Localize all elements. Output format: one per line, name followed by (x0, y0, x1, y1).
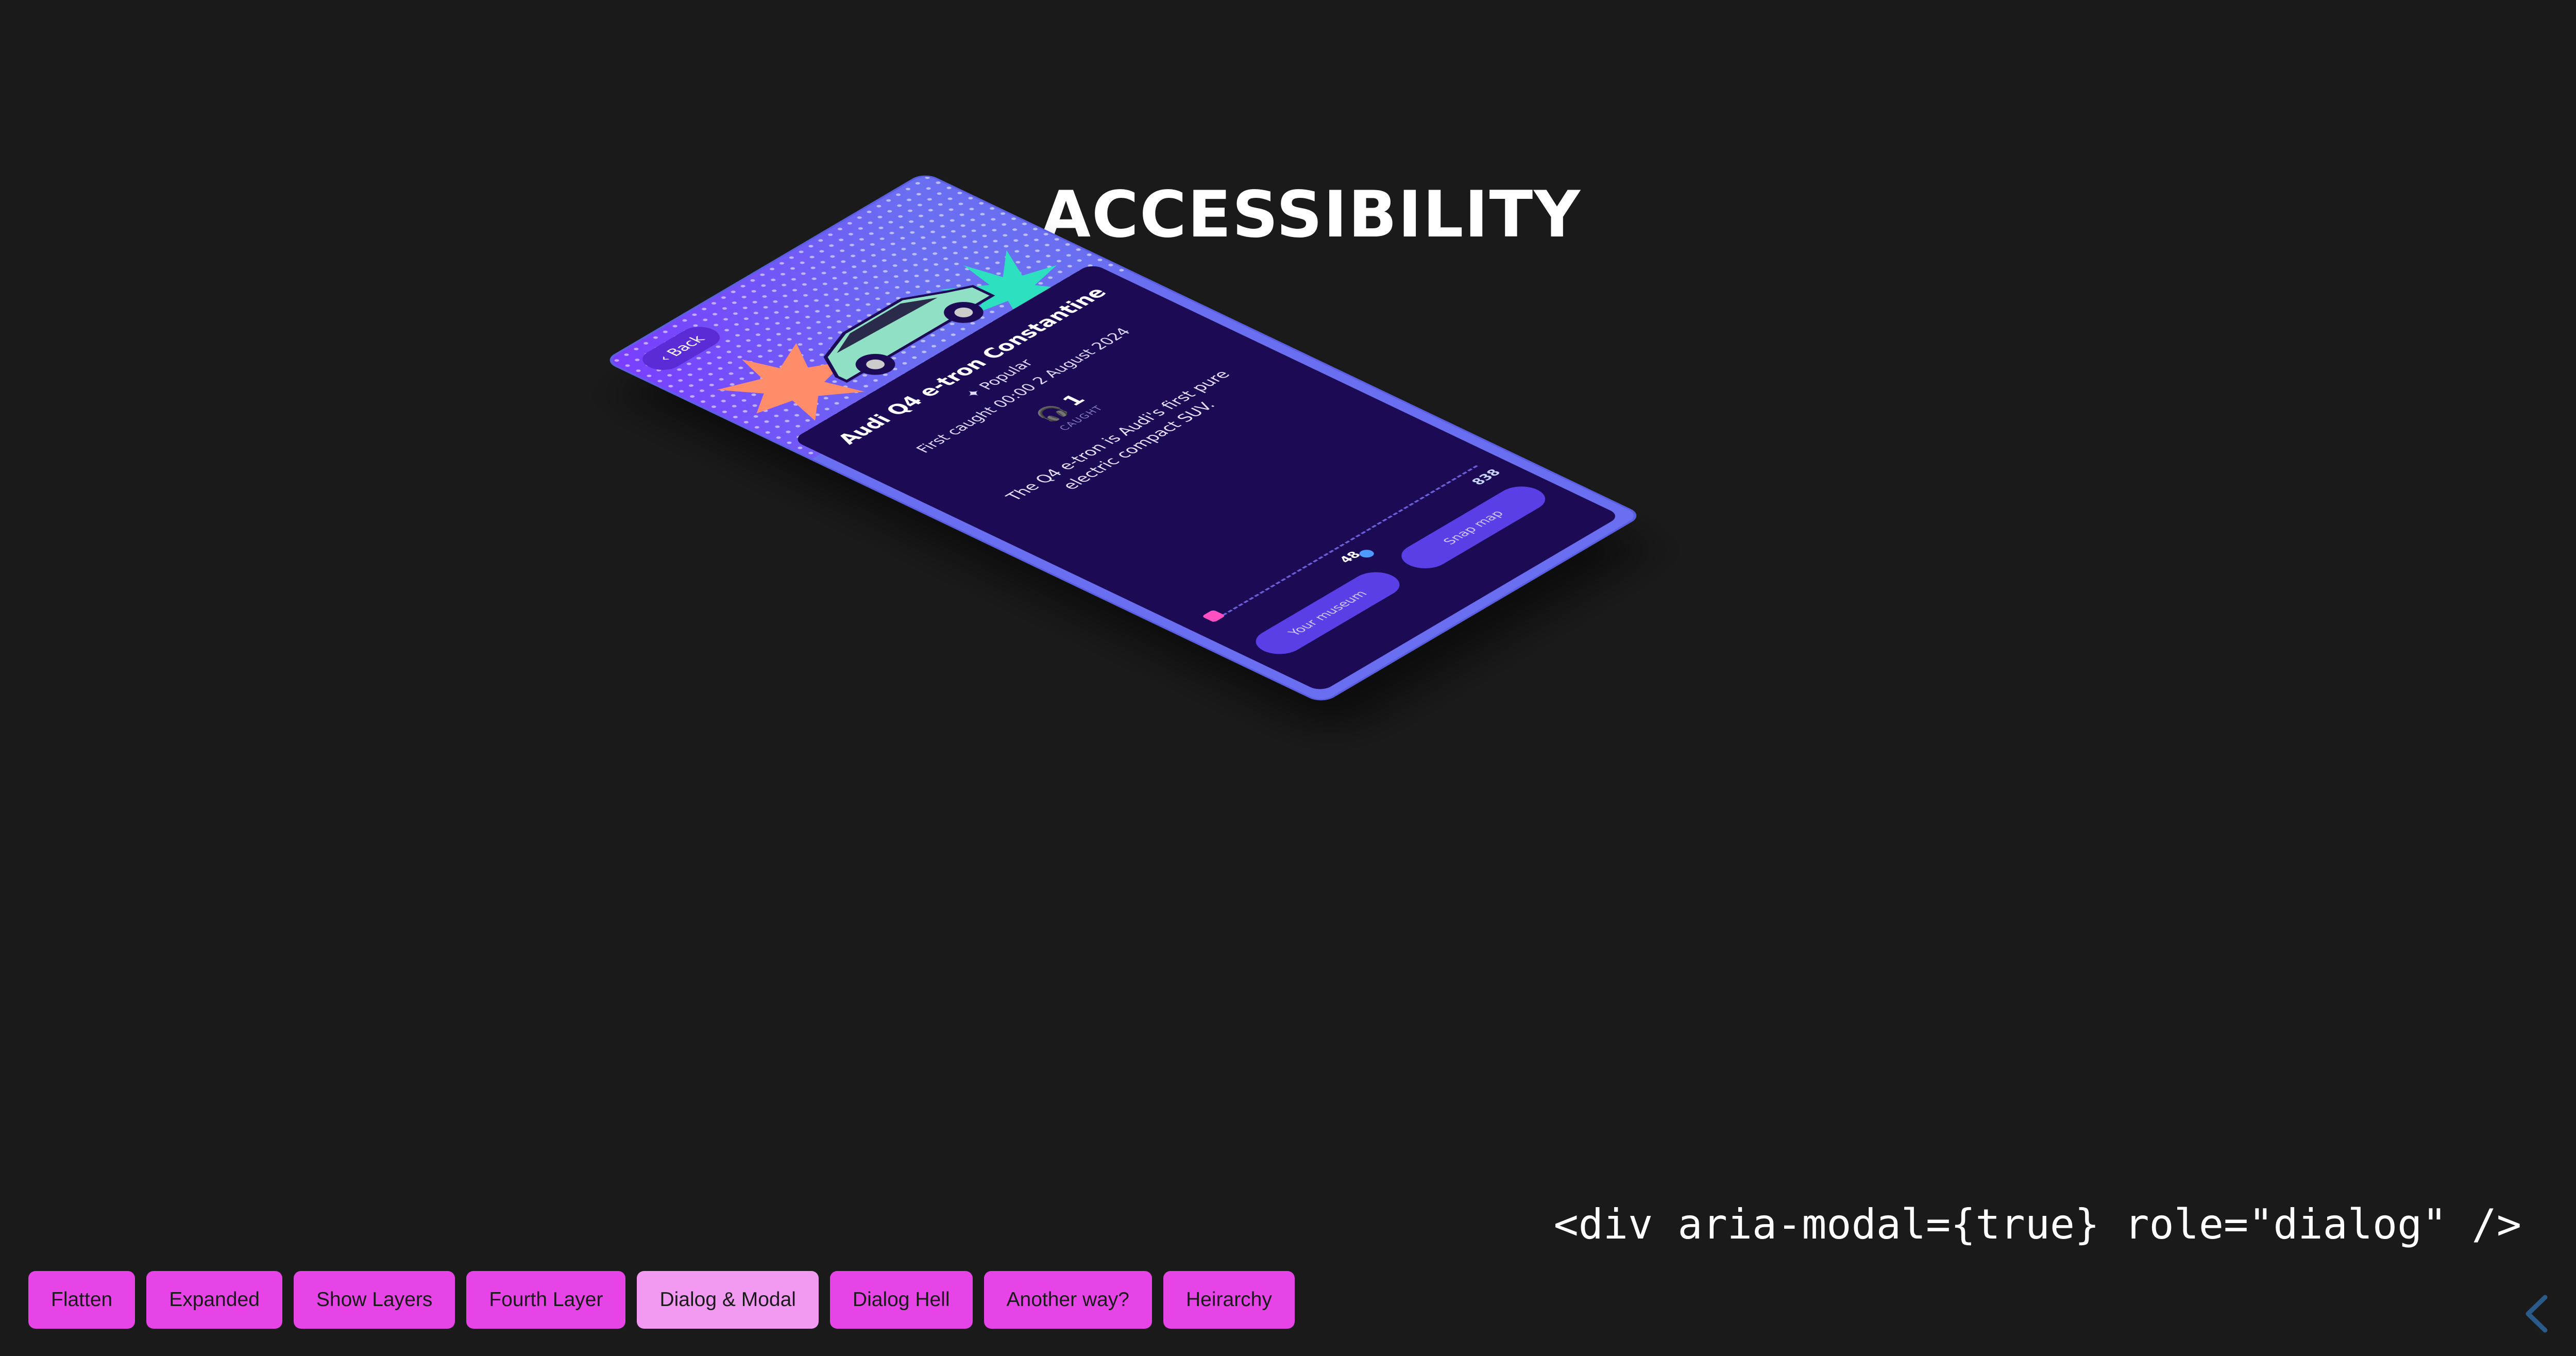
tab-dialog-hell[interactable]: Dialog Hell (829, 1271, 973, 1329)
back-button[interactable]: ‹ Back (634, 323, 728, 375)
tab-fourth-layer[interactable]: Fourth Layer (466, 1271, 626, 1329)
code-caption: <div aria-modal={true} role="dialog" /> (1553, 1200, 2521, 1248)
snap-count: 838 (1468, 467, 1504, 487)
your-museum-button[interactable]: Your museum (1246, 567, 1410, 659)
chevron-left-icon[interactable] (2522, 1293, 2553, 1334)
tab-heirarchy[interactable]: Heirarchy (1163, 1271, 1295, 1329)
back-label: Back (663, 333, 709, 359)
tab-show-layers[interactable]: Show Layers (293, 1271, 455, 1329)
slide-tabs: Flatten Expanded Show Layers Fourth Laye… (28, 1271, 1295, 1329)
tab-flatten[interactable]: Flatten (28, 1271, 135, 1329)
caught-count-value: 1 (1057, 391, 1091, 409)
slide-title: ACCESSIBILITY (1041, 178, 1582, 252)
museum-pin-icon (1201, 609, 1226, 623)
snap-map-button[interactable]: Snap map (1392, 481, 1555, 574)
tab-dialog-modal[interactable]: Dialog & Modal (637, 1271, 819, 1329)
tab-another-way[interactable]: Another way? (984, 1271, 1152, 1329)
phone-frame: ‹ Back Audi Q4 e-tron Constantine ✦ Popu… (606, 174, 1640, 702)
tab-expanded[interactable]: Expanded (146, 1271, 282, 1329)
